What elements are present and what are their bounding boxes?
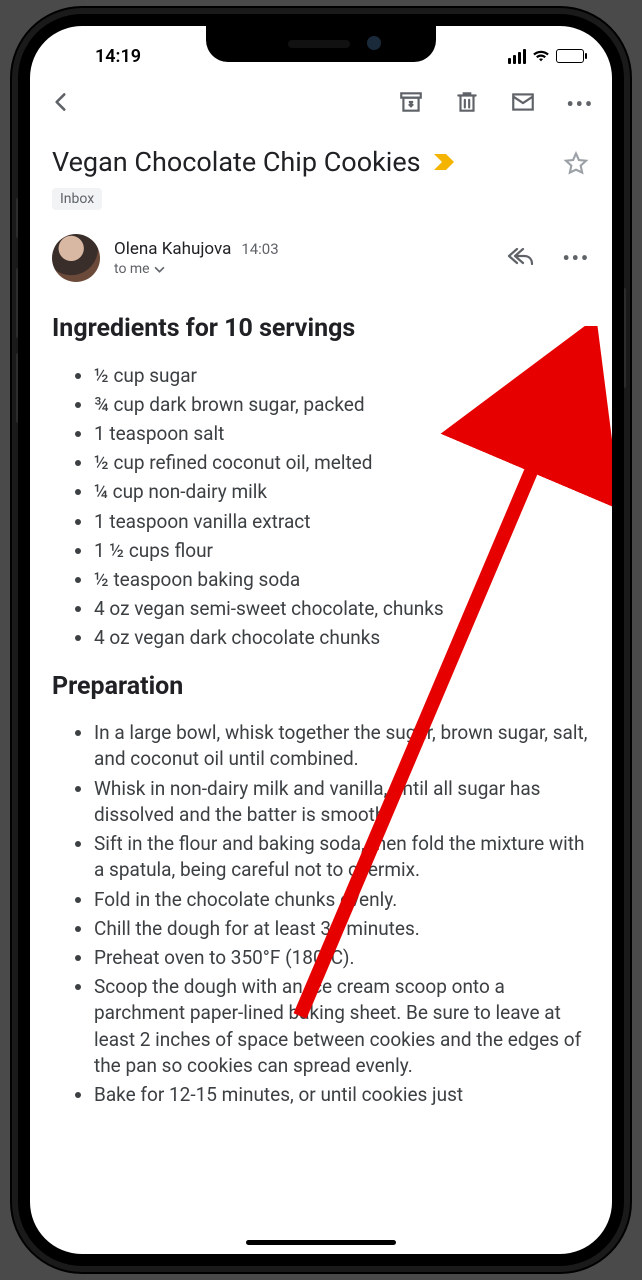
notch: [206, 26, 436, 62]
message-more-button[interactable]: •••: [562, 246, 590, 270]
preparation-step: Scoop the dough with an ice cream scoop …: [94, 974, 590, 1079]
ingredient-item: 1 teaspoon salt: [94, 421, 590, 447]
preparation-step: Chill the dough for at least 30 minutes.: [94, 916, 590, 942]
preparation-step: Bake for 12-15 minutes, or until cookies…: [94, 1082, 590, 1108]
email-body[interactable]: Ingredients for 10 servings ½ cup sugar ¾…: [30, 300, 612, 1254]
chevron-down-icon: [154, 264, 165, 275]
important-marker-icon[interactable]: [433, 146, 455, 178]
home-indicator[interactable]: [246, 1240, 396, 1245]
status-time: 14:19: [58, 46, 178, 67]
preparation-heading: Preparation: [52, 670, 590, 705]
battery-icon: [556, 49, 584, 63]
ingredient-item: ¼ cup non-dairy milk: [94, 479, 590, 505]
reply-all-button[interactable]: [506, 245, 534, 271]
sender-row[interactable]: Olena Kahujova 14:03 to me •••: [30, 226, 612, 300]
ingredients-heading: Ingredients for 10 servings: [52, 312, 590, 347]
ingredient-item: 4 oz vegan semi-sweet chocolate, chunks: [94, 596, 590, 622]
toolbar-more-button[interactable]: •••: [566, 92, 594, 116]
ingredient-item: ½ cup sugar: [94, 363, 590, 389]
ingredient-item: 1 teaspoon vanilla extract: [94, 509, 590, 535]
sender-time: 14:03: [241, 240, 278, 258]
recipient-expand[interactable]: to me: [114, 261, 492, 277]
email-subject: Vegan Chocolate Chip Cookies: [52, 146, 552, 178]
preparation-step: Fold in the chocolate chunks evenly.: [94, 887, 590, 913]
preparation-step: Whisk in non-dairy milk and vanilla, unt…: [94, 776, 590, 828]
archive-button[interactable]: [398, 89, 424, 119]
cellular-icon: [508, 49, 526, 64]
preparation-step: Preheat oven to 350°F (180°C).: [94, 945, 590, 971]
ingredient-item: ½ teaspoon baking soda: [94, 567, 590, 593]
sender-name: Olena Kahujova: [114, 239, 231, 259]
preparation-list: In a large bowl, whisk together the suga…: [52, 720, 590, 1108]
toolbar: •••: [30, 76, 612, 132]
delete-button[interactable]: [454, 89, 480, 119]
ingredient-item: 1 ½ cups flour: [94, 538, 590, 564]
ingredient-item: ¾ cup dark brown sugar, packed: [94, 392, 590, 418]
preparation-step: In a large bowl, whisk together the suga…: [94, 720, 590, 772]
mark-unread-button[interactable]: [510, 89, 536, 119]
ingredient-item: ½ cup refined coconut oil, melted: [94, 450, 590, 476]
ingredient-item: 4 oz vegan dark chocolate chunks: [94, 625, 590, 651]
star-button[interactable]: [562, 150, 590, 182]
back-button[interactable]: [40, 89, 398, 119]
avatar[interactable]: [52, 234, 100, 282]
ingredients-list: ½ cup sugar ¾ cup dark brown sugar, packe…: [52, 363, 590, 652]
preparation-step: Sift in the flour and baking soda, then …: [94, 831, 590, 883]
label-chip-inbox[interactable]: Inbox: [52, 188, 102, 210]
wifi-icon: [532, 49, 550, 63]
